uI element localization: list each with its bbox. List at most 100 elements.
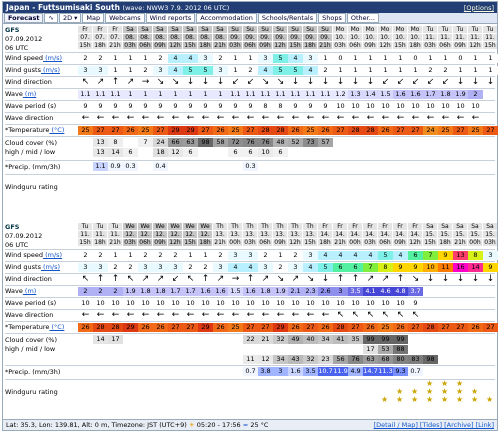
t1-cl_top-cell [333, 138, 348, 147]
unit-link[interactable]: (m/s) [43, 54, 62, 62]
t1-hour-cell: 06h [138, 42, 152, 49]
t2-label-ws-text: Wind speed [5, 251, 44, 259]
t2-hour-cell: 09h [273, 239, 287, 246]
t1-temp-cell: 27 [408, 126, 423, 135]
t1-temp-cell: 25 [438, 126, 453, 135]
t1-cl_mid-cell: 14 [108, 148, 123, 157]
t2-date-cell: 14. [333, 231, 347, 238]
t1-wvd-arrow-icon: ← [186, 113, 195, 123]
t2-precip-cell [153, 367, 168, 376]
unit-link[interactable]: (m/s) [41, 263, 60, 271]
unit-link[interactable]: (m/s) [41, 66, 60, 74]
t1-wvd-arrow-icon: ← [276, 113, 285, 123]
t2-precip-cell [213, 367, 228, 376]
unit-link[interactable]: (°C) [49, 126, 65, 134]
t2-row-line [5, 249, 495, 250]
t1-cl_mid-cell: 6 [228, 148, 243, 157]
unit-link[interactable]: (m) [23, 90, 36, 98]
t2-hour-cell: 12h [288, 239, 302, 246]
t1-wave-cell: 1 [138, 90, 153, 99]
tab-schools[interactable]: Schools/Rentals [257, 13, 318, 23]
t1-temp-cell: 26 [213, 126, 228, 135]
t1-hour-cell: 09h [258, 42, 272, 49]
t2-run-time-text: 06 UTC [5, 241, 29, 249]
unit-link[interactable]: (m/s) [43, 251, 62, 259]
t2-wd-arrow-icon: ↗ [381, 274, 390, 284]
t1-cl_mid-cell: 6 [273, 148, 288, 157]
t2-wg-cell: 2 [183, 263, 198, 272]
t2-wave-cell: 2.3 [303, 287, 318, 296]
chart-icon[interactable]: ∿ [44, 13, 58, 23]
t1-wg-cell: 1 [453, 66, 468, 75]
t1-wd-arrow-icon: ↓ [291, 77, 300, 87]
t2-cl_mid-cell: 88 [393, 345, 408, 354]
tab-shops[interactable]: Shops [318, 13, 346, 23]
t2-label-wave-text: Wave [5, 287, 23, 295]
t1-day-cell: Mo [348, 26, 362, 33]
t1-wvd-arrow-icon: ← [246, 113, 255, 123]
t2-cl_top-cell: 21 [258, 335, 273, 344]
t2-label-temp-text: *Temperature [5, 323, 50, 331]
t2-day-cell: We [138, 223, 152, 230]
t2-wave-cell: 1.8 [153, 287, 168, 296]
footer: Lat: 35.3, Lon: 139.81, Alt: 0 m, Timezo… [3, 419, 497, 430]
t2-wvd-arrow-icon: ↖ [381, 310, 390, 320]
t2-cl_low-cell: 23 [318, 355, 333, 364]
t1-precip-cell [258, 162, 273, 171]
tab-accommodation[interactable]: Accommodation [196, 13, 257, 23]
t1-precip-cell [318, 162, 333, 171]
t1-wave-cell: 2 [468, 90, 483, 99]
t1-wd-arrow-icon: ↗ [126, 77, 135, 87]
t2-label-precip: *Precip. (mm/3h) [5, 368, 60, 376]
t1-ws-cell: 1 [108, 54, 123, 63]
t2-date-cell: 13. [243, 231, 257, 238]
t2-wg-cell: 16 [453, 263, 468, 272]
t2-wvd-arrow-icon: ← [261, 310, 270, 320]
t2-wp-cell: 10 [81, 299, 90, 307]
unit-link[interactable]: (°C) [49, 323, 65, 331]
t2-cl_low-cell [438, 355, 453, 364]
tab-wind-reports[interactable]: Wind reports [145, 13, 196, 23]
t1-wave-cell: 1.1 [93, 90, 108, 99]
t2-wave-cell: 1.8 [138, 287, 153, 296]
t2-day-cell: Fr [393, 223, 407, 230]
t2-wave-cell: 1.6 [213, 287, 228, 296]
t1-hour-cell: 09h [363, 42, 377, 49]
t2-precip-cell [168, 367, 183, 376]
tab-2d[interactable]: 2D ▾ [58, 13, 82, 23]
t2-temp-cell: 27 [348, 323, 363, 332]
t1-wave-cell: 1 [198, 90, 213, 99]
t1-wd-arrow-icon: ↘ [171, 77, 180, 87]
t2-cl_mid-cell [123, 345, 138, 354]
tab-other[interactable]: Other... [346, 13, 379, 23]
t1-temp-cell: 28 [363, 126, 378, 135]
t1-label-ws: Wind speed (m/s) [5, 54, 62, 62]
t1-cl_mid-cell [378, 148, 393, 157]
t1-row-line [5, 64, 495, 65]
t1-wp-cell: 10 [336, 102, 345, 110]
model-subtitle: (wave: NWW3 7.9. 2012 06 UTC) [122, 4, 230, 12]
t2-wvd-arrow-icon: ← [171, 310, 180, 320]
t1-date-cell: 08. [138, 34, 152, 41]
t1-wd-arrow-icon: ↘ [261, 77, 270, 87]
t1-wd-arrow-icon: ↓ [216, 77, 225, 87]
t1-wvd-arrow-icon: ← [381, 113, 390, 123]
t2-wvd-arrow-icon: ← [81, 310, 90, 320]
tab-webcams[interactable]: Webcams [105, 13, 145, 23]
t1-row-line [5, 124, 495, 125]
tab-forecast[interactable]: Forecast [4, 13, 44, 23]
tab-map[interactable]: Map [82, 13, 105, 23]
footer-links[interactable]: [Detail / Map] [Tides] [Archive] [Link] [374, 420, 494, 430]
t1-wp-cell: 8 [278, 102, 283, 110]
t1-precip-cell: 0.3 [243, 162, 258, 171]
t2-cl_mid-cell [288, 345, 303, 354]
t2-ws-cell: 9 [438, 251, 453, 260]
t1-wg-cell: 1 [363, 66, 378, 75]
t2-wave-cell: 1.7 [183, 287, 198, 296]
t1-ws-cell: 1 [228, 54, 243, 63]
t1-day-cell: Su [303, 26, 317, 33]
t1-wg-cell: 1 [348, 66, 363, 75]
unit-link[interactable]: (m) [23, 287, 36, 295]
t1-hour-cell: 15h [393, 42, 407, 49]
options-link[interactable]: [Options] [464, 4, 494, 12]
